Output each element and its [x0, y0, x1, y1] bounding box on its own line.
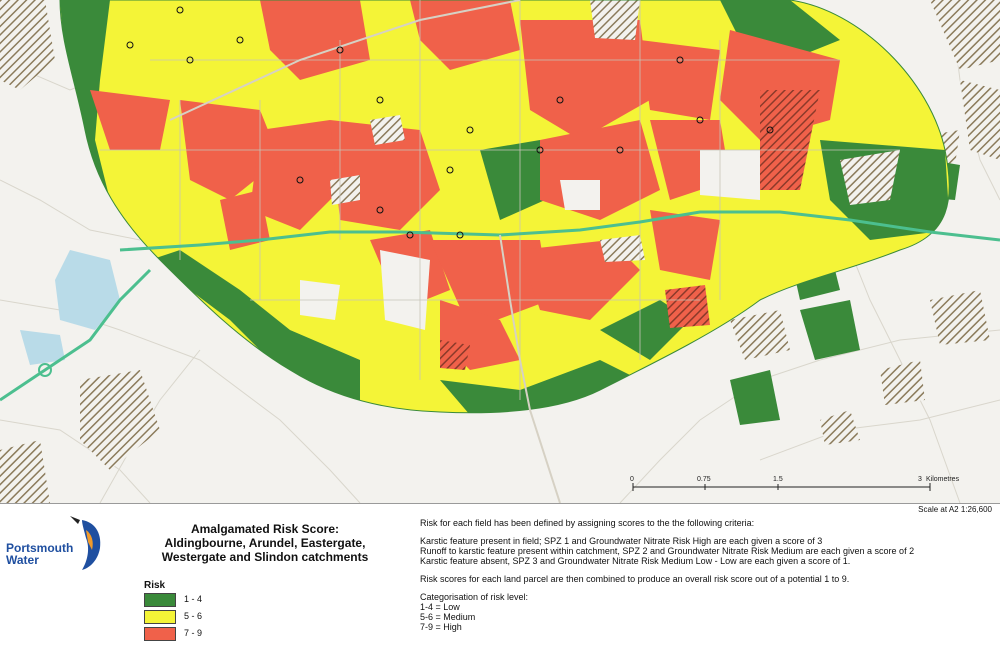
criteria-rule-3: Karstic feature absent, SPZ 3 and Ground…: [420, 556, 851, 566]
title-line2: Aldingbourne, Arundel, Eastergate,: [164, 536, 366, 550]
logo-text: Portsmouth Water: [6, 542, 73, 566]
legend-swatch-high: [144, 627, 176, 641]
categorisation-heading: Categorisation of risk level:: [420, 592, 529, 602]
legend-label-high: 7 - 9: [184, 628, 203, 638]
scale-tick-3: 3: [918, 476, 922, 483]
legend-heading: Risk: [144, 580, 166, 591]
categorisation-low: 1-4 = Low: [420, 602, 460, 612]
legend-label-medium: 5 - 6: [184, 611, 203, 621]
categorisation-high: 7-9 = High: [420, 622, 462, 632]
scale-bar: 0 0.75 1.5 3 Kilometres: [630, 476, 960, 491]
scale-tick-0: 0: [630, 476, 634, 483]
map-canvas: 0 0.75 1.5 3 Kilometres: [0, 0, 1000, 503]
scale-tick-1: 0.75: [697, 476, 711, 483]
lake: [55, 250, 120, 330]
title-line1: Amalgamated Risk Score:: [190, 522, 340, 536]
scale-tick-2: 1.5: [773, 476, 783, 483]
categorisation-medium: 5-6 = Medium: [420, 612, 476, 622]
criteria-text: Risk for each field has been defined by …: [420, 518, 995, 632]
legend-swatch-low: [144, 593, 176, 607]
title-line3: Westergate and Slindon catchments: [161, 550, 369, 564]
criteria-combine: Risk scores for each land parcel are the…: [420, 574, 850, 584]
criteria-rule-1: Karstic feature present in field; SPZ 1 …: [420, 536, 823, 546]
criteria-rule-2: Runoff to karstic feature present within…: [420, 546, 915, 556]
map-title: Amalgamated Risk Score: Aldingbourne, Ar…: [140, 522, 390, 564]
criteria-intro: Risk for each field has been defined by …: [420, 518, 755, 528]
legend-swatch-medium: [144, 610, 176, 624]
scale-unit: Kilometres: [926, 476, 960, 483]
logo-line2: Water: [6, 553, 39, 567]
legend-label-low: 1 - 4: [184, 594, 203, 604]
scale-caption: Scale at A2 1:26,600: [918, 505, 992, 514]
risk-map[interactable]: 0 0.75 1.5 3 Kilometres: [0, 0, 1000, 503]
